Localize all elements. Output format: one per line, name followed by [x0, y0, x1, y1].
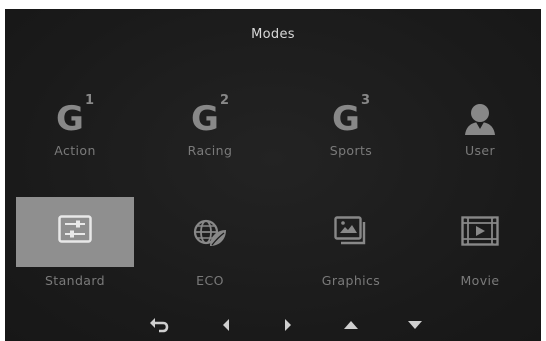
mode-graphics-tile[interactable]: Graphics — [292, 213, 410, 288]
g3-icon: G3 — [332, 92, 370, 139]
g1-icon: G1 — [56, 92, 94, 139]
mode-racing-label: Racing — [187, 143, 233, 158]
mode-racing-tile[interactable]: G2 Racing — [151, 92, 269, 167]
mode-graphics-label: Graphics — [321, 273, 381, 288]
mode-action-label: Action — [54, 143, 96, 158]
osd-menu-panel: Modes G1 Action G2 Racing G3 Sports User — [5, 9, 541, 341]
mode-standard-tile[interactable]: Standard — [16, 211, 134, 288]
mode-sports-label: Sports — [329, 143, 373, 158]
menu-title: Modes — [251, 27, 295, 42]
eco-globe-leaf-icon — [151, 215, 269, 251]
mode-eco-label: ECO — [196, 273, 224, 288]
g2-icon: G2 — [191, 92, 229, 139]
navigation-bar — [5, 310, 541, 340]
film-play-icon — [421, 213, 539, 249]
picture-stack-icon — [292, 213, 410, 249]
mode-movie-label: Movie — [460, 273, 500, 288]
mode-user-tile[interactable]: User — [421, 97, 539, 167]
back-arrow-icon[interactable] — [148, 316, 170, 334]
down-arrow-icon[interactable] — [404, 316, 426, 334]
mode-user-label: User — [464, 143, 496, 158]
left-arrow-icon[interactable] — [215, 316, 237, 334]
mode-sports-tile[interactable]: G3 Sports — [292, 92, 410, 167]
user-icon — [421, 101, 539, 137]
right-arrow-icon[interactable] — [277, 316, 299, 334]
mode-action-tile[interactable]: G1 Action — [16, 92, 134, 167]
mode-standard-label: Standard — [44, 273, 106, 288]
mode-eco-tile[interactable]: ECO — [151, 213, 269, 288]
sliders-icon — [16, 211, 134, 247]
mode-movie-tile[interactable]: Movie — [421, 213, 539, 288]
up-arrow-icon[interactable] — [340, 316, 362, 334]
